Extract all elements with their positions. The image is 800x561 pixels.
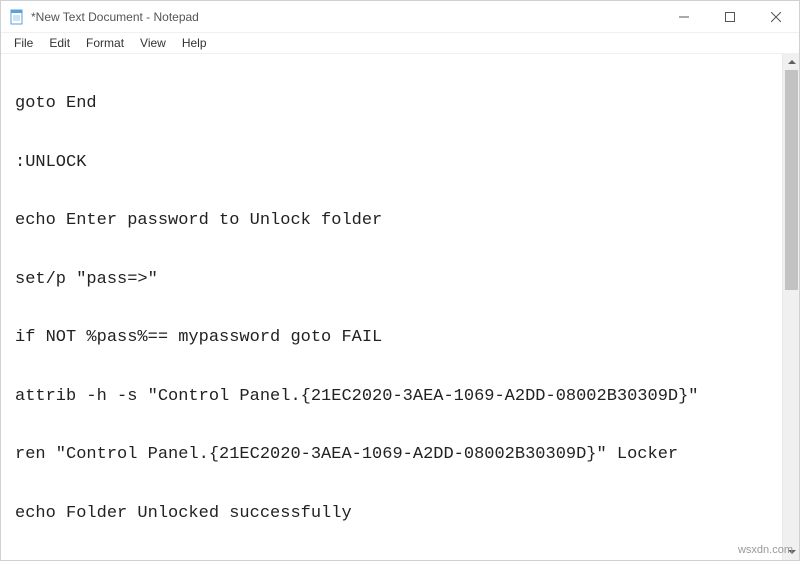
editor-area: goto End :UNLOCK echo Enter password to …	[1, 53, 799, 560]
notepad-icon	[9, 9, 25, 25]
menu-view[interactable]: View	[133, 35, 173, 51]
window-controls	[661, 1, 799, 33]
menu-edit[interactable]: Edit	[42, 35, 77, 51]
window-title: *New Text Document - Notepad	[31, 10, 199, 24]
titlebar[interactable]: *New Text Document - Notepad	[1, 1, 799, 33]
scroll-thumb[interactable]	[785, 70, 798, 290]
minimize-button[interactable]	[661, 1, 707, 33]
text-editor[interactable]: goto End :UNLOCK echo Enter password to …	[1, 53, 782, 560]
vertical-scrollbar[interactable]	[782, 53, 799, 560]
menubar: File Edit Format View Help	[1, 33, 799, 53]
menu-help[interactable]: Help	[175, 35, 214, 51]
watermark: wsxdn.com	[738, 544, 793, 556]
menu-file[interactable]: File	[7, 35, 40, 51]
title-left: *New Text Document - Notepad	[9, 9, 199, 25]
menu-format[interactable]: Format	[79, 35, 131, 51]
close-button[interactable]	[753, 1, 799, 33]
maximize-button[interactable]	[707, 1, 753, 33]
scroll-up-icon[interactable]	[783, 53, 800, 70]
